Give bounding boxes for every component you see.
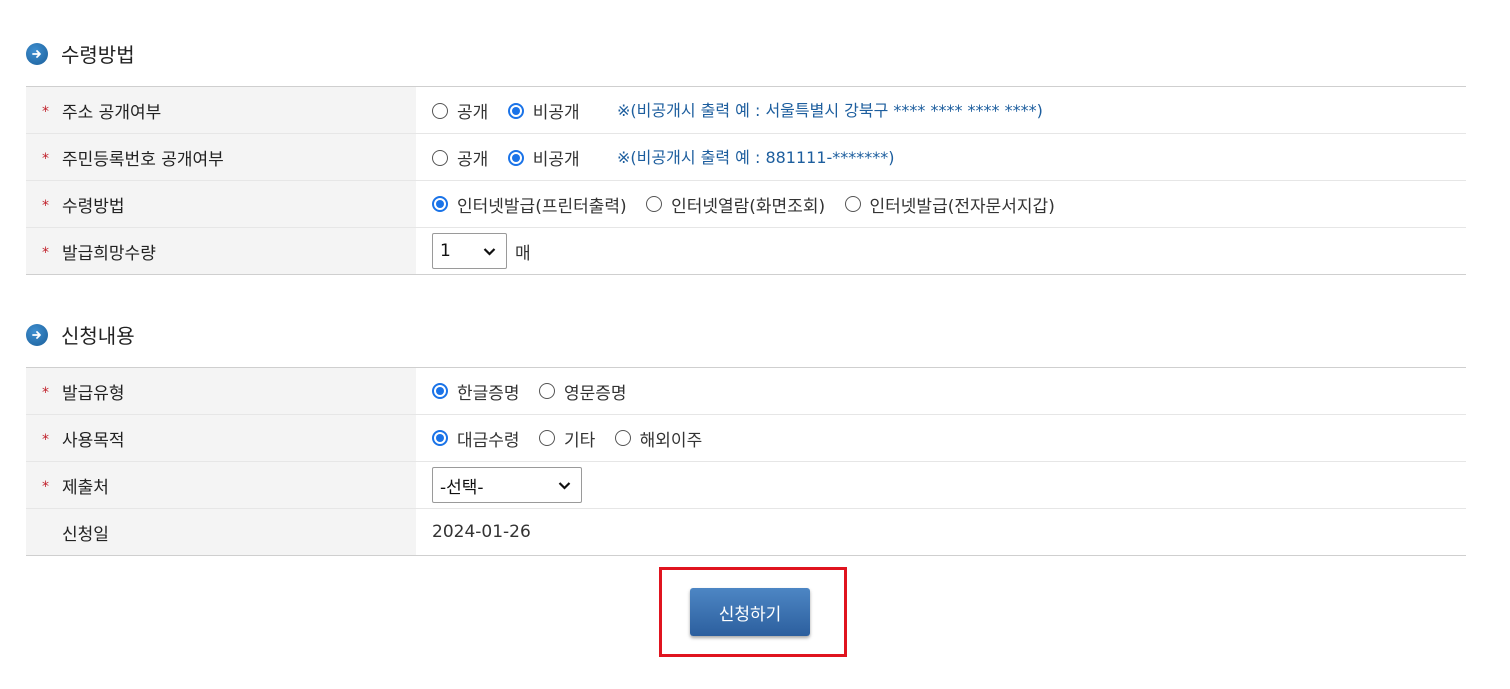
row-value: 한글증명 영문증명 (416, 367, 1466, 415)
radio-purpose-emigration[interactable]: 해외이주 (614, 426, 703, 451)
submit-highlight-box: 신청하기 (659, 567, 847, 657)
radio-purpose-payment[interactable]: 대금수령 (432, 426, 520, 451)
row-label: * 주소 공개여부 (26, 86, 416, 134)
radio-icon[interactable] (538, 383, 555, 399)
radio-icon[interactable] (614, 430, 631, 446)
row-request-date: 신청일 2024-01-26 (26, 508, 1466, 556)
section-title-request: 신청내용 (26, 320, 135, 349)
radio-icon[interactable] (844, 196, 861, 212)
quantity-select[interactable]: 1 (432, 233, 507, 269)
row-value: 공개 비공개 ※(비공개시 출력 예 : 서울특별시 강북구 **** ****… (416, 86, 1466, 134)
row-label: 신청일 (26, 508, 416, 556)
option-label: 인터넷발급(전자문서지갑) (869, 196, 1055, 217)
radio-icon[interactable] (538, 430, 555, 446)
option-label: 해외이주 (639, 430, 703, 451)
chevron-down-icon (558, 481, 571, 490)
row-address-disclosure: * 주소 공개여부 공개 비공개 ※(비공개시 출력 예 : 서울특별시 강북구 … (26, 86, 1466, 134)
option-label: 공개 (457, 150, 489, 171)
required-icon: * (42, 197, 49, 214)
arrow-right-circle-icon (26, 323, 48, 346)
label-text: 발급희망수량 (62, 243, 156, 264)
select-value: -선택- (440, 477, 484, 498)
row-value: 인터넷발급(프린터출력) 인터넷열람(화면조회) 인터넷발급(전자문서지갑) (416, 180, 1466, 228)
request-form-table: * 발급유형 한글증명 영문증명 * 사용목적 대금수령 기타 해외이주 * 제출처 … (26, 367, 1466, 556)
section-title-text: 수령방법 (61, 43, 135, 67)
row-label: * 수령방법 (26, 180, 416, 228)
option-label: 대금수령 (457, 430, 520, 451)
radio-icon[interactable] (646, 196, 663, 212)
submit-to-select[interactable]: -선택- (432, 467, 582, 503)
row-label: * 발급희망수량 (26, 227, 416, 275)
radio-purpose-other[interactable]: 기타 (538, 426, 596, 451)
radio-selected-icon[interactable] (507, 149, 524, 166)
row-submit-to: * 제출처 -선택- (26, 461, 1466, 509)
quantity-unit: 매 (515, 243, 531, 264)
required-icon: * (42, 384, 49, 401)
required-icon: * (42, 478, 49, 495)
radio-selected-icon[interactable] (432, 430, 448, 446)
row-value: 대금수령 기타 해외이주 (416, 414, 1466, 462)
option-label: 기타 (563, 430, 596, 451)
radio-selected-icon[interactable] (432, 196, 448, 212)
required-icon: * (42, 103, 49, 120)
address-note: ※(비공개시 출력 예 : 서울특별시 강북구 **** **** **** *… (617, 100, 1043, 120)
row-value: -선택- (416, 461, 1466, 509)
radio-internet-wallet[interactable]: 인터넷발급(전자문서지갑) (844, 192, 1055, 217)
label-text: 사용목적 (62, 430, 125, 451)
radio-korean-cert[interactable]: 한글증명 (432, 379, 520, 404)
option-label: 비공개 (532, 150, 580, 171)
label-text: 제출처 (62, 477, 109, 498)
radio-address-private[interactable]: 비공개 (507, 98, 580, 124)
label-text: 발급유형 (62, 383, 125, 404)
label-text: 수령방법 (62, 196, 125, 217)
label-text: 주소 공개여부 (62, 102, 162, 123)
row-label: * 발급유형 (26, 367, 416, 415)
row-label: * 주민등록번호 공개여부 (26, 133, 416, 181)
row-purpose: * 사용목적 대금수령 기타 해외이주 (26, 414, 1466, 462)
row-label: * 제출처 (26, 461, 416, 509)
select-value: 1 (440, 241, 451, 261)
receipt-form-table: * 주소 공개여부 공개 비공개 ※(비공개시 출력 예 : 서울특별시 강북구 … (26, 86, 1466, 275)
option-label: 한글증명 (457, 383, 520, 404)
radio-english-cert[interactable]: 영문증명 (538, 379, 627, 404)
rrn-note: ※(비공개시 출력 예 : 881111-*******) (617, 147, 895, 167)
row-receipt-method: * 수령방법 인터넷발급(프린터출력) 인터넷열람(화면조회) 인터넷발급(전자문… (26, 180, 1466, 228)
row-rrn-disclosure: * 주민등록번호 공개여부 공개 비공개 ※(비공개시 출력 예 : 881111… (26, 133, 1466, 181)
row-issue-type: * 발급유형 한글증명 영문증명 (26, 367, 1466, 415)
radio-internet-view[interactable]: 인터넷열람(화면조회) (646, 192, 825, 217)
option-label: 인터넷열람(화면조회) (671, 196, 826, 217)
arrow-right-circle-icon (26, 42, 48, 65)
row-label: * 사용목적 (26, 414, 416, 462)
chevron-down-icon (483, 247, 496, 256)
request-date-value: 2024-01-26 (432, 522, 531, 542)
section-title-receipt: 수령방법 (26, 39, 135, 68)
radio-icon[interactable] (432, 149, 448, 166)
required-icon: * (42, 150, 49, 167)
radio-icon[interactable] (432, 102, 448, 119)
option-label: 비공개 (532, 103, 580, 124)
radio-selected-icon[interactable] (507, 102, 524, 119)
required-icon: * (42, 244, 49, 261)
apply-button[interactable]: 신청하기 (690, 588, 810, 636)
radio-selected-icon[interactable] (432, 383, 448, 399)
radio-address-public[interactable]: 공개 (432, 98, 488, 123)
radio-rrn-public[interactable]: 공개 (432, 145, 488, 170)
section-title-text: 신청내용 (61, 324, 135, 348)
option-label: 인터넷발급(프린터출력) (457, 196, 627, 217)
radio-internet-print[interactable]: 인터넷발급(프린터출력) (432, 192, 627, 217)
row-quantity: * 발급희망수량 1 매 (26, 227, 1466, 275)
option-label: 영문증명 (563, 383, 627, 404)
row-value: 1 매 (416, 228, 1466, 275)
radio-rrn-private[interactable]: 비공개 (507, 145, 580, 171)
label-text: 신청일 (62, 524, 109, 545)
row-value: 2024-01-26 (416, 509, 1466, 556)
option-label: 공개 (457, 103, 489, 124)
required-icon: * (42, 431, 49, 448)
row-value: 공개 비공개 ※(비공개시 출력 예 : 881111-*******) (416, 133, 1466, 181)
label-text: 주민등록번호 공개여부 (62, 149, 224, 170)
